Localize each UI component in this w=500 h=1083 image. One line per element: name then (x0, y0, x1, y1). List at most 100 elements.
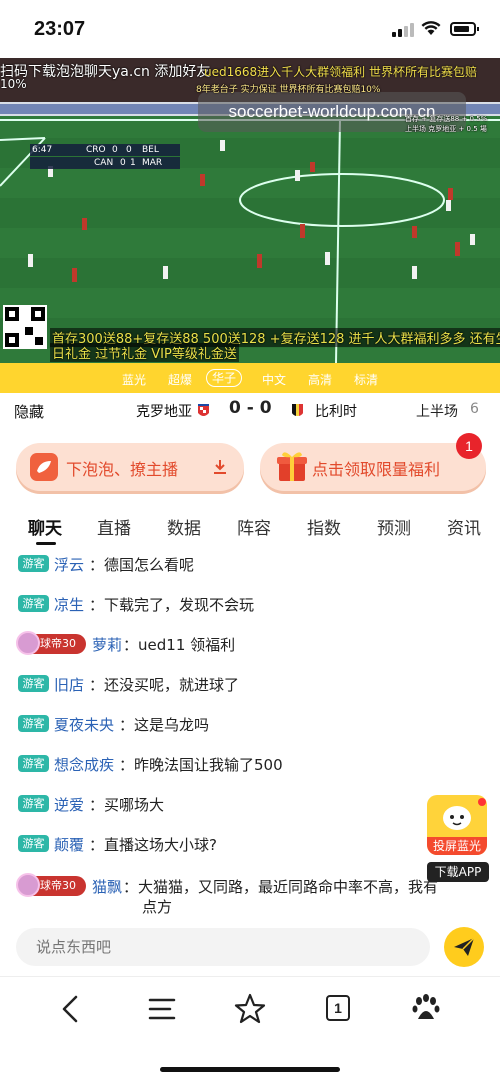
chat-text: ：这是乌龙吗 (119, 716, 210, 734)
vip-badge: 球帝30 (16, 873, 86, 897)
send-button[interactable] (444, 927, 484, 967)
chat-username[interactable]: 猫飘 (92, 876, 122, 897)
video-side-note1: 首存 + 复存送88 + 0.5% (405, 115, 488, 123)
quality-option-chinese[interactable]: 中文 (262, 371, 286, 388)
chat-text: ：德国怎么看呢 (89, 556, 195, 574)
claim-gift-label: 点击领取限量福利 (312, 460, 441, 479)
wifi-icon (421, 21, 441, 35)
score-other-away-goals: 1 (130, 158, 136, 168)
video-side-note2: 上半场 克罗地亚 + 0.5 場 (405, 125, 487, 133)
download-app-label: 下泡泡、撩主播 (66, 460, 179, 479)
guest-badge: 游客 (18, 795, 49, 812)
video-ad-top-right: ued1668进入千人大群领福利 世界杯所有比赛包赔 (204, 65, 477, 79)
home-indicator (160, 1067, 340, 1072)
match-period: 上半场 (416, 404, 458, 420)
status-time: 23:07 (34, 18, 86, 40)
croatia-flag-icon (198, 404, 209, 416)
chat-username[interactable]: 浮云 (54, 554, 84, 575)
gift-box-icon (277, 452, 307, 481)
mascot-icon (443, 806, 471, 830)
score-other-away: MAR (142, 158, 163, 168)
quality-option-hd[interactable]: 高清 (308, 371, 332, 388)
cellular-signal-icon (392, 23, 414, 37)
tab-news[interactable]: 资讯 (447, 514, 481, 539)
tab-prediction[interactable]: 预测 (377, 514, 411, 539)
qr-code-icon (3, 305, 47, 349)
chat-username[interactable]: 想念成疾 (54, 754, 114, 775)
chat-username[interactable]: 颠覆 (54, 834, 84, 855)
quality-option-bluray[interactable]: 蓝光 (122, 371, 146, 388)
match-score: 0 - 0 (229, 398, 272, 418)
away-team-name: 比利时 (315, 404, 357, 420)
tabs-count: 1 (326, 995, 350, 1021)
chat-username[interactable]: 萝莉 (92, 634, 122, 655)
download-app-button[interactable]: 下泡泡、撩主播 (16, 443, 244, 491)
score-away-goals: 0 (126, 145, 132, 155)
chat-message: 游客 想念成疾 ：昨晚法国让我输了500 (0, 750, 420, 790)
score-home-code: CRO (86, 145, 106, 155)
tab-chat[interactable]: 聊天 (28, 514, 62, 539)
tabs-count-button[interactable]: 1 (320, 991, 356, 1027)
quality-option-active[interactable]: 华子 (206, 369, 243, 387)
chat-text: ：直播这场大小球? (89, 836, 217, 854)
star-icon[interactable] (232, 991, 268, 1027)
tab-lineup[interactable]: 阵容 (237, 514, 271, 539)
active-tab-indicator (36, 542, 56, 545)
guest-badge: 游客 (18, 755, 49, 772)
live-video-player[interactable]: soccerbet-worldcup.com.cn 扫码下载泡泡聊天ya.cn … (0, 58, 500, 363)
chat-message: 游客 旧店 ：还没买呢，就进球了 (0, 670, 420, 710)
quality-option-ultra[interactable]: 超爆 (168, 371, 192, 388)
chat-message: 游客 浮云 ：德国怎么看呢 (0, 550, 420, 590)
download-app-tag[interactable]: 下载APP (427, 862, 489, 882)
chat-text: ：昨晚法国让我输了500 (119, 756, 283, 774)
tab-data[interactable]: 数据 (167, 514, 201, 539)
tab-live[interactable]: 直播 (97, 514, 131, 539)
score-clock: 6:47 (32, 145, 53, 155)
cast-notification-dot (478, 798, 486, 806)
hide-button[interactable]: 隐藏 (14, 401, 44, 422)
chat-message: 球帝30 萝莉 ：ued11 领福利 (0, 630, 420, 670)
claim-gift-button[interactable]: 点击领取限量福利 (260, 443, 486, 491)
match-minute: 6 (470, 401, 479, 417)
chat-text: ：下载完了，发现不会玩 (89, 596, 255, 614)
cast-label: 投屏蓝光 (427, 837, 487, 855)
video-ad-top-pct: 10% (0, 77, 27, 91)
vip-avatar-icon (16, 873, 40, 897)
chat-username[interactable]: 夏夜未央 (54, 714, 114, 735)
baidu-paw-icon[interactable] (408, 991, 444, 1027)
guest-badge: 游客 (18, 555, 49, 572)
chili-app-icon (30, 453, 58, 481)
download-arrow-icon (214, 460, 226, 474)
chat-composer (0, 920, 500, 976)
guest-badge: 游客 (18, 675, 49, 692)
home-team-name: 克罗地亚 (136, 404, 192, 420)
battery-icon (450, 22, 479, 36)
chat-username[interactable]: 凉生 (54, 594, 84, 615)
score-other-home: CAN (94, 158, 114, 168)
gift-notification-badge: 1 (456, 433, 482, 459)
vip-badge: 球帝30 (16, 631, 86, 655)
belgium-flag-icon (292, 404, 303, 416)
guest-badge: 游客 (18, 715, 49, 732)
chat-message: 球帝30 猫飘 ：大猫猫，又同路，最近同路命中率不高，我有 点方 (0, 872, 438, 918)
tab-odds[interactable]: 指数 (307, 514, 341, 539)
vip-avatar-icon (16, 631, 40, 655)
guest-badge: 游客 (18, 835, 49, 852)
guest-badge: 游客 (18, 595, 49, 612)
chat-username[interactable]: 旧店 (54, 674, 84, 695)
chat-text-continued: 点方 (142, 898, 173, 916)
chat-message: 游客 凉生 ：下载完了，发现不会玩 (0, 590, 420, 630)
send-plane-icon (454, 937, 475, 956)
match-info-bar: 隐藏 克罗地亚 0 - 0 比利时 上半场 6 (0, 393, 500, 427)
browser-nav-bar: 1 (0, 976, 500, 1083)
chat-message: 游客 夏夜未央 ：这是乌龙吗 (0, 710, 420, 750)
menu-lines-icon[interactable] (144, 991, 180, 1027)
video-ad-top-right2: 8年老台子 实力保证 世界杯所有比赛包赔10% (196, 85, 381, 95)
content-tabs: 聊天 直播 数据 阵容 指数 预测 资讯 (0, 504, 500, 548)
chat-username[interactable]: 逆爱 (54, 794, 84, 815)
quality-option-sd[interactable]: 标清 (354, 371, 378, 388)
chat-text: ：买哪场大 (89, 796, 165, 814)
chat-text: ：ued11 领福利 (123, 636, 236, 654)
chat-input[interactable] (16, 928, 430, 966)
back-arrow-icon[interactable] (54, 991, 90, 1027)
